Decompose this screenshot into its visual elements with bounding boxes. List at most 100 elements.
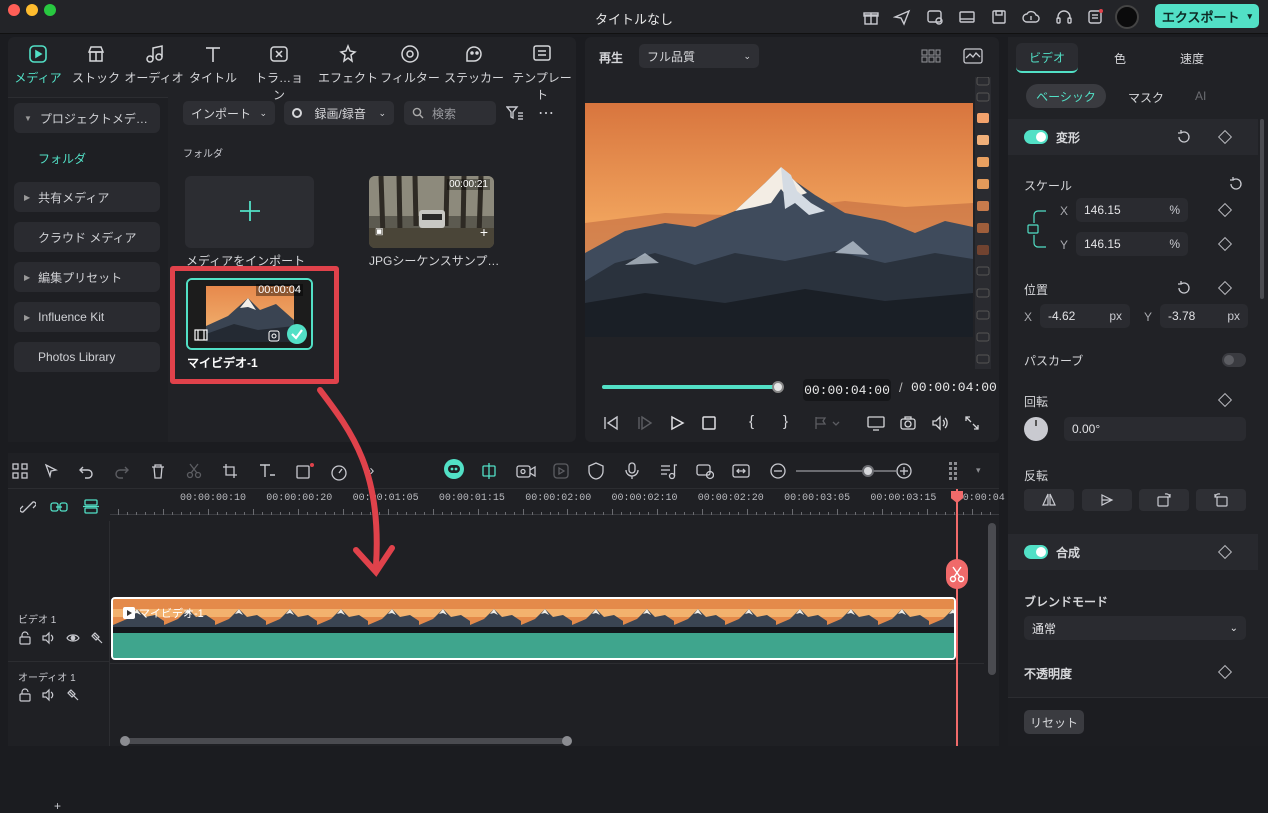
zoom-slider-handle[interactable] bbox=[862, 465, 874, 477]
send-icon[interactable] bbox=[893, 8, 911, 26]
tab-speed[interactable]: 速度 bbox=[1172, 50, 1212, 67]
subtab-ai[interactable]: AI bbox=[1195, 89, 1206, 103]
zoom-out-icon[interactable] bbox=[770, 463, 786, 479]
eye-icon[interactable] bbox=[66, 631, 80, 645]
subtab-mask[interactable]: マスク bbox=[1128, 89, 1164, 106]
track-manager-icon[interactable] bbox=[82, 499, 100, 515]
filter-sort-icon[interactable] bbox=[506, 105, 524, 121]
mark-in-icon[interactable]: { bbox=[749, 413, 754, 430]
reset-button[interactable]: リセット bbox=[1024, 710, 1084, 734]
timeline-ruler[interactable]: 00:00:00:10 00:00:00:20 00:00:01:05 00:00:0… bbox=[110, 489, 1005, 521]
add-track-icon[interactable]: + bbox=[54, 800, 61, 812]
scissors-icon[interactable] bbox=[946, 559, 968, 589]
gift-icon[interactable] bbox=[862, 8, 880, 26]
scrollbar-start-handle[interactable] bbox=[120, 736, 130, 746]
notification-icon[interactable] bbox=[1086, 8, 1104, 26]
rotation-dial[interactable] bbox=[1024, 417, 1048, 441]
search-input[interactable]: 検索 bbox=[404, 101, 496, 125]
preview-canvas[interactable] bbox=[585, 103, 973, 337]
grid-view-icon[interactable] bbox=[921, 49, 941, 63]
reset-icon[interactable] bbox=[1228, 176, 1244, 192]
mark-out-icon[interactable]: } bbox=[783, 413, 788, 430]
sidebar-item-edit-presets[interactable]: ▶ 編集プリセット bbox=[14, 262, 160, 292]
record-dropdown[interactable]: 録画/録音 ⌄ bbox=[284, 101, 394, 125]
music-list-icon[interactable] bbox=[660, 462, 678, 480]
rotate-right-button[interactable] bbox=[1139, 489, 1189, 511]
crop-icon[interactable] bbox=[222, 463, 238, 479]
play-icon[interactable] bbox=[669, 415, 685, 431]
timeline-horizontal-scrollbar[interactable] bbox=[120, 736, 572, 746]
blend-mode-dropdown[interactable]: 通常 ⌄ bbox=[1024, 616, 1246, 640]
position-y-field[interactable]: -3.78 px bbox=[1160, 304, 1248, 328]
fullscreen-icon[interactable] bbox=[964, 415, 980, 431]
video-effects-icon[interactable] bbox=[516, 462, 536, 480]
link-scale-icon[interactable] bbox=[1026, 209, 1048, 251]
export-button[interactable]: エクスポート ▾ bbox=[1155, 4, 1259, 28]
layout-grid-icon[interactable] bbox=[12, 463, 28, 479]
scale-x-field[interactable]: 146.15 % bbox=[1076, 198, 1188, 222]
snapshot-icon[interactable] bbox=[900, 415, 916, 431]
fit-to-width-icon[interactable] bbox=[732, 462, 750, 480]
tab-color[interactable]: 色 bbox=[1100, 50, 1140, 67]
link-icon[interactable] bbox=[50, 499, 68, 515]
speaker-icon[interactable] bbox=[42, 631, 56, 645]
media-item-jpg-sequence[interactable]: 00:00:21 ▣ + bbox=[369, 176, 494, 248]
media-check-icon[interactable] bbox=[926, 8, 944, 26]
tab-media[interactable]: メディア bbox=[12, 43, 64, 93]
avatar[interactable] bbox=[1115, 5, 1139, 29]
headset-icon[interactable] bbox=[1055, 8, 1073, 26]
stop-icon[interactable] bbox=[701, 415, 717, 431]
reset-icon[interactable] bbox=[1176, 129, 1192, 145]
next-frame-icon[interactable] bbox=[637, 415, 653, 431]
keyframe-icon[interactable] bbox=[1217, 129, 1233, 145]
tab-stock[interactable]: ストック bbox=[70, 43, 122, 93]
inspector-scrollbar[interactable] bbox=[1260, 119, 1264, 299]
rotation-field[interactable]: 0.00° bbox=[1064, 417, 1246, 441]
import-dropdown[interactable]: インポート ⌄ bbox=[183, 101, 275, 125]
split-icon[interactable] bbox=[186, 463, 202, 479]
quality-dropdown[interactable]: フル品質 ⌄ bbox=[639, 44, 759, 68]
zoom-slider-track[interactable] bbox=[796, 465, 896, 477]
marker-icon[interactable] bbox=[813, 415, 841, 431]
cloud-upload-icon[interactable] bbox=[1022, 8, 1040, 26]
text-tool-icon[interactable] bbox=[258, 463, 276, 479]
keyframe-icon[interactable] bbox=[1217, 544, 1233, 560]
video-clip[interactable]: マイビデオ-1 bbox=[111, 597, 956, 660]
flip-horizontal-button[interactable] bbox=[1024, 489, 1074, 511]
keyframe-icon[interactable] bbox=[1217, 664, 1233, 680]
redo-icon[interactable] bbox=[114, 463, 130, 479]
keyframe-icon[interactable] bbox=[1217, 392, 1233, 408]
playhead-line[interactable] bbox=[956, 489, 958, 746]
keyframe-icon[interactable] bbox=[1217, 236, 1233, 252]
tab-filter[interactable]: フィルター bbox=[380, 43, 440, 93]
sidebar-item-influence-kit[interactable]: ▶ Influence Kit bbox=[14, 302, 160, 332]
clip-settings-icon[interactable] bbox=[696, 462, 714, 480]
timeline-vertical-scrollbar[interactable] bbox=[988, 523, 996, 675]
transform-toggle[interactable] bbox=[1024, 130, 1048, 144]
scale-y-field[interactable]: 146.15 % bbox=[1076, 232, 1188, 256]
auto-cut-icon[interactable] bbox=[480, 462, 498, 480]
snap-icon[interactable] bbox=[20, 499, 36, 515]
zoom-in-icon[interactable] bbox=[896, 463, 912, 479]
ai-assistant-icon[interactable] bbox=[444, 459, 464, 479]
path-curve-toggle[interactable] bbox=[1222, 353, 1246, 367]
more-options-icon[interactable]: ⋯ bbox=[538, 103, 555, 123]
sidebar-item-project-media[interactable]: ▼ プロジェクトメデ… bbox=[14, 103, 160, 133]
tab-transition[interactable]: トラ…ョン bbox=[250, 43, 308, 102]
lock-icon[interactable] bbox=[18, 631, 32, 645]
scope-icon[interactable] bbox=[963, 48, 983, 64]
shield-icon[interactable] bbox=[588, 462, 604, 480]
import-media-tile[interactable] bbox=[185, 176, 314, 248]
current-timecode[interactable]: 00:00:04:00 bbox=[803, 379, 891, 401]
sidebar-item-folder[interactable]: フォルダ bbox=[38, 150, 86, 167]
previous-frame-icon[interactable] bbox=[603, 415, 619, 431]
sidebar-item-cloud-media[interactable]: クラウド メディア bbox=[14, 222, 160, 252]
tab-video[interactable]: ビデオ bbox=[1016, 43, 1078, 73]
flip-vertical-button[interactable] bbox=[1082, 489, 1132, 511]
add-to-timeline-icon[interactable]: + bbox=[480, 224, 488, 240]
sidebar-item-shared-media[interactable]: ▶ 共有メディア bbox=[14, 182, 160, 212]
tab-audio[interactable]: オーディオ bbox=[124, 43, 184, 93]
save-icon[interactable] bbox=[990, 8, 1008, 26]
position-x-field[interactable]: -4.62 px bbox=[1040, 304, 1130, 328]
render-preview-icon[interactable] bbox=[552, 462, 570, 480]
